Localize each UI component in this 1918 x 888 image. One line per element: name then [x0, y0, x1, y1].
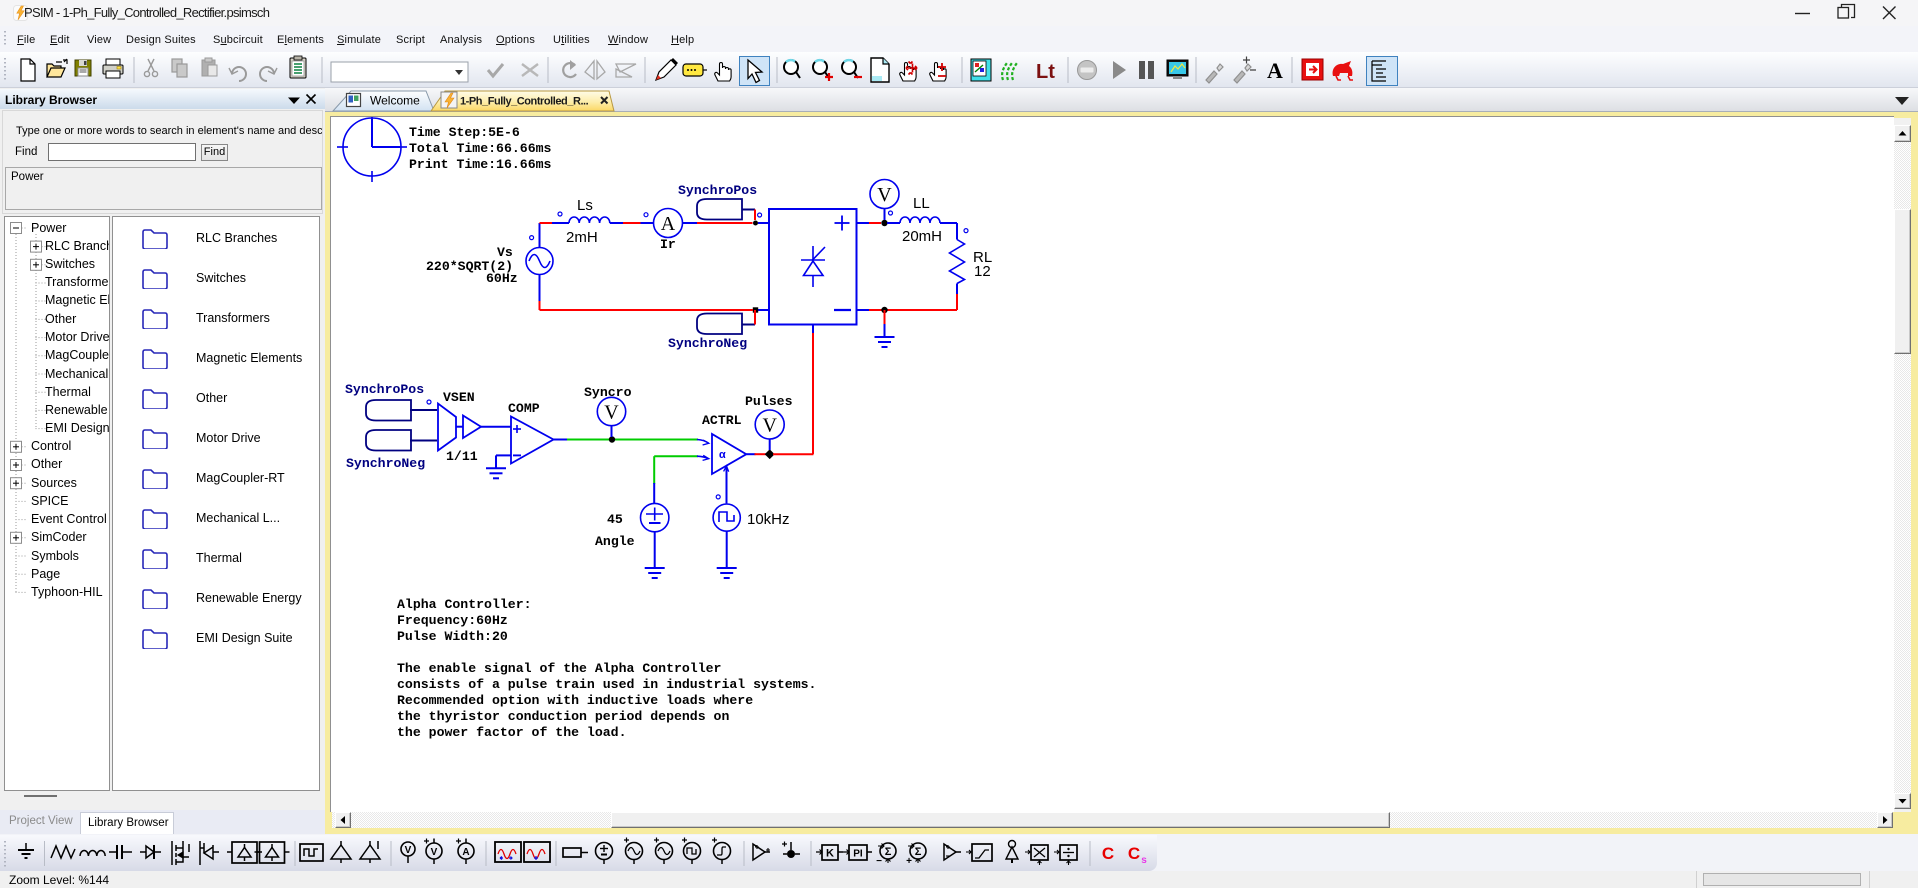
svg-text:Frequency:60Hz: Frequency:60Hz: [397, 613, 508, 628]
svg-text:C: C: [1102, 844, 1114, 863]
svg-text:Recommended option with induct: Recommended option with inductive loads …: [397, 693, 753, 708]
svg-text:Σ: Σ: [915, 846, 922, 858]
svg-text:SynchroNeg: SynchroNeg: [346, 456, 425, 471]
svg-text:SynchroPos: SynchroPos: [678, 183, 757, 198]
svg-text:SynchroPos: SynchroPos: [345, 382, 424, 397]
svg-text:The enable signal of the Alpha: The enable signal of the Alpha Controlle…: [397, 661, 721, 676]
svg-text:the power factor of the load.: the power factor of the load.: [397, 725, 627, 740]
svg-text:Syncro: Syncro: [584, 385, 632, 400]
svg-text:Total Time:66.66ms: Total Time:66.66ms: [409, 141, 552, 156]
svg-text:Welcome: Welcome: [370, 94, 420, 108]
svg-text:COMP: COMP: [508, 401, 540, 416]
svg-text:consists of a pulse train used: consists of a pulse train used in indust…: [397, 677, 816, 692]
svg-text:the thyristor conduction perio: the thyristor conduction period depends …: [397, 709, 729, 724]
svg-text:V: V: [431, 847, 438, 858]
svg-text:V: V: [877, 184, 892, 206]
svg-text:VSEN: VSEN: [443, 390, 475, 405]
svg-text:A: A: [1267, 58, 1283, 83]
svg-text:α: α: [719, 450, 726, 462]
svg-text:PI: PI: [853, 849, 863, 860]
svg-text:V: V: [604, 402, 619, 424]
svg-text:Time Step:5E-6: Time Step:5E-6: [409, 125, 520, 140]
svg-text:Ir: Ir: [660, 237, 676, 252]
svg-text:K: K: [826, 848, 834, 860]
svg-text:20mH: 20mH: [902, 228, 942, 245]
svg-text:1-Ph_Fully_Controlled_R...: 1-Ph_Fully_Controlled_R...: [460, 96, 589, 108]
svg-text:SynchroNeg: SynchroNeg: [668, 336, 747, 351]
svg-text:2mH: 2mH: [566, 229, 598, 246]
svg-text:12: 12: [974, 263, 991, 280]
svg-text:Σ: Σ: [885, 846, 892, 858]
svg-text:V: V: [405, 845, 412, 856]
svg-text:A: A: [661, 213, 676, 235]
svg-text:LL: LL: [913, 195, 930, 212]
svg-text:Ls: Ls: [577, 197, 593, 214]
svg-text:10kHz: 10kHz: [747, 511, 790, 528]
svg-text:−: −: [876, 856, 882, 867]
svg-text:Pulses: Pulses: [745, 394, 793, 409]
svg-text:Alpha Controller:: Alpha Controller:: [397, 597, 532, 612]
svg-text:60Hz: 60Hz: [486, 271, 518, 286]
svg-text:V: V: [762, 415, 777, 437]
svg-text:Lt: Lt: [1036, 61, 1055, 83]
svg-text:1/11: 1/11: [446, 449, 478, 464]
svg-text:A: A: [462, 847, 469, 858]
svg-text:+: +: [906, 856, 912, 867]
svg-text:Angle: Angle: [595, 534, 635, 549]
svg-text:Vs: Vs: [497, 245, 513, 260]
svg-text:Print Time:16.66ms: Print Time:16.66ms: [409, 157, 552, 172]
svg-text:45: 45: [607, 512, 623, 527]
svg-text:s: s: [1141, 855, 1147, 866]
svg-text:Pulse Width:20: Pulse Width:20: [397, 629, 508, 644]
svg-text:C: C: [1128, 844, 1140, 863]
svg-text:ACTRL: ACTRL: [702, 413, 742, 428]
